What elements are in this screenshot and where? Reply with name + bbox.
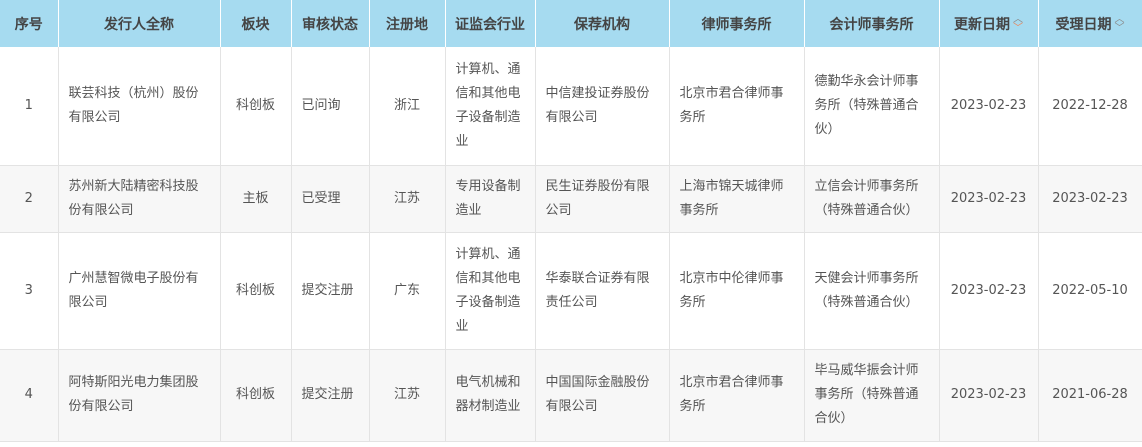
cell-region: 江苏 — [369, 165, 446, 233]
cell-sponsor: 中国国际金融股份有限公司 — [535, 349, 670, 442]
column-header-board: 板块 — [220, 0, 292, 47]
cell-region: 江苏 — [369, 349, 446, 442]
column-header-update-date[interactable]: 更新日期 ︿ ﹀ — [939, 0, 1039, 47]
cell-status: 已问询 — [291, 47, 370, 166]
table-header-row: 序号 发行人全称 板块 审核状态 注册地 证监会行业 保荐机构 律师事务所 会计… — [0, 0, 1142, 47]
cell-accept-date: 2022-05-10 — [1038, 232, 1142, 350]
table-row: 4 阿特斯阳光电力集团股份有限公司 科创板 提交注册 江苏 电气机械和器材制造业… — [0, 349, 1142, 442]
cell-issuer: 广州慧智微电子股份有限公司 — [58, 232, 221, 350]
chevron-down-icon[interactable]: ﹀ — [1013, 23, 1023, 33]
table-row: 2 苏州新大陆精密科技股份有限公司 主板 已受理 江苏 专用设备制造业 民生证券… — [0, 165, 1142, 233]
update-date-label: 更新日期 — [954, 16, 1010, 33]
column-header-industry: 证监会行业 — [445, 0, 536, 47]
cell-law-firm: 北京市中伦律师事务所 — [669, 232, 805, 350]
cell-update-date: 2023-02-23 — [939, 232, 1039, 350]
cell-law-firm: 北京市君合律师事务所 — [669, 349, 805, 442]
table-row: 3 广州慧智微电子股份有限公司 科创板 提交注册 广东 计算机、通信和其他电子设… — [0, 232, 1142, 350]
cell-accept-date: 2022-12-28 — [1038, 47, 1142, 166]
cell-board: 主板 — [220, 165, 292, 233]
cell-issuer: 苏州新大陆精密科技股份有限公司 — [58, 165, 221, 233]
cell-accounting-firm: 毕马威华振会计师事务所（特殊普通合伙） — [804, 349, 940, 442]
cell-issuer: 阿特斯阳光电力集团股份有限公司 — [58, 349, 221, 442]
cell-update-date: 2023-02-23 — [939, 349, 1039, 442]
cell-accounting-firm: 立信会计师事务所（特殊普通合伙） — [804, 165, 940, 233]
cell-industry: 电气机械和器材制造业 — [445, 349, 536, 442]
cell-industry: 计算机、通信和其他电子设备制造业 — [445, 232, 536, 350]
column-header-region: 注册地 — [369, 0, 446, 47]
column-header-sponsor: 保荐机构 — [535, 0, 670, 47]
table-row: 1 联芸科技（杭州）股份有限公司 科创板 已问询 浙江 计算机、通信和其他电子设… — [0, 47, 1142, 166]
cell-law-firm: 上海市锦天城律师事务所 — [669, 165, 805, 233]
chevron-down-icon[interactable]: ﹀ — [1115, 23, 1125, 33]
cell-accounting-firm: 德勤华永会计师事务所（特殊普通合伙） — [804, 47, 940, 166]
column-header-accounting-firm: 会计师事务所 — [804, 0, 940, 47]
cell-status: 已受理 — [291, 165, 370, 233]
cell-accounting-firm: 天健会计师事务所（特殊普通合伙） — [804, 232, 940, 350]
cell-industry: 计算机、通信和其他电子设备制造业 — [445, 47, 536, 166]
cell-accept-date: 2021-06-28 — [1038, 349, 1142, 442]
cell-law-firm: 北京市君合律师事务所 — [669, 47, 805, 166]
cell-update-date: 2023-02-23 — [939, 47, 1039, 166]
cell-sponsor: 民生证券股份有限公司 — [535, 165, 670, 233]
cell-status: 提交注册 — [291, 232, 370, 350]
ipo-table: 序号 发行人全称 板块 审核状态 注册地 证监会行业 保荐机构 律师事务所 会计… — [0, 0, 1142, 442]
cell-board: 科创板 — [220, 232, 292, 350]
cell-region: 广东 — [369, 232, 446, 350]
cell-index: 3 — [0, 232, 59, 350]
accept-date-label: 受理日期 — [1055, 16, 1112, 33]
cell-status: 提交注册 — [291, 349, 370, 442]
cell-update-date: 2023-02-23 — [939, 165, 1039, 233]
cell-issuer: 联芸科技（杭州）股份有限公司 — [58, 47, 221, 166]
cell-sponsor: 中信建投证券股份有限公司 — [535, 47, 670, 166]
cell-region: 浙江 — [369, 47, 446, 166]
cell-sponsor: 华泰联合证券有限责任公司 — [535, 232, 670, 350]
cell-index: 2 — [0, 165, 59, 233]
sort-toggle-accept-date[interactable]: ︿ ﹀ — [1115, 14, 1125, 33]
cell-index: 1 — [0, 47, 59, 166]
sort-toggle-update-date[interactable]: ︿ ﹀ — [1013, 14, 1023, 33]
cell-accept-date: 2023-02-23 — [1038, 165, 1142, 233]
column-header-issuer: 发行人全称 — [58, 0, 221, 47]
cell-industry: 专用设备制造业 — [445, 165, 536, 233]
column-header-accept-date[interactable]: 受理日期 ︿ ﹀ — [1038, 0, 1142, 47]
cell-board: 科创板 — [220, 349, 292, 442]
cell-board: 科创板 — [220, 47, 292, 166]
column-header-index: 序号 — [0, 0, 59, 47]
cell-index: 4 — [0, 349, 59, 442]
column-header-status: 审核状态 — [291, 0, 370, 47]
column-header-law-firm: 律师事务所 — [669, 0, 805, 47]
